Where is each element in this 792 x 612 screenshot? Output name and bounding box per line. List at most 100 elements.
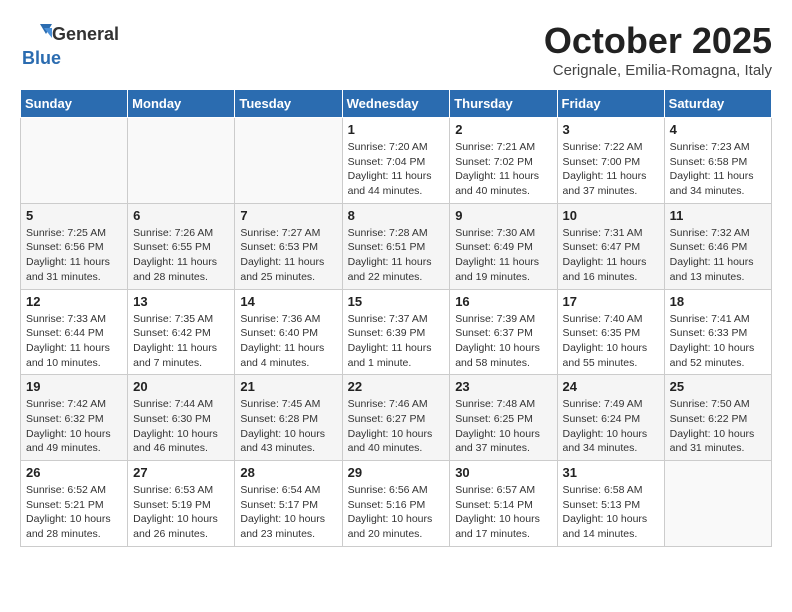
table-row (235, 118, 342, 204)
logo: General Blue (20, 20, 119, 69)
calendar-week-row: 19 Sunrise: 7:42 AMSunset: 6:32 PMDayligh… (21, 375, 772, 461)
day-info: Sunrise: 7:41 AMSunset: 6:33 PMDaylight:… (670, 312, 766, 371)
logo-blue: Blue (22, 48, 61, 69)
day-info: Sunrise: 7:49 AMSunset: 6:24 PMDaylight:… (563, 397, 659, 456)
day-number: 5 (26, 208, 122, 223)
day-number: 27 (133, 465, 229, 480)
day-info: Sunrise: 7:39 AMSunset: 6:37 PMDaylight:… (455, 312, 551, 371)
day-number: 15 (348, 294, 445, 309)
table-row: 11 Sunrise: 7:32 AMSunset: 6:46 PMDayligh… (664, 203, 771, 289)
day-number: 7 (240, 208, 336, 223)
header-saturday: Saturday (664, 90, 771, 118)
table-row: 23 Sunrise: 7:48 AMSunset: 6:25 PMDayligh… (450, 375, 557, 461)
table-row: 19 Sunrise: 7:42 AMSunset: 6:32 PMDayligh… (21, 375, 128, 461)
header-sunday: Sunday (21, 90, 128, 118)
day-info: Sunrise: 7:25 AMSunset: 6:56 PMDaylight:… (26, 226, 122, 285)
day-number: 16 (455, 294, 551, 309)
day-number: 6 (133, 208, 229, 223)
calendar-table: Sunday Monday Tuesday Wednesday Thursday… (20, 89, 772, 547)
table-row: 16 Sunrise: 7:39 AMSunset: 6:37 PMDayligh… (450, 289, 557, 375)
day-info: Sunrise: 7:35 AMSunset: 6:42 PMDaylight:… (133, 312, 229, 371)
table-row: 7Sunrise: 7:27 AMSunset: 6:53 PMDaylight… (235, 203, 342, 289)
day-number: 29 (348, 465, 445, 480)
day-info: Sunrise: 6:57 AMSunset: 5:14 PMDaylight:… (455, 483, 551, 542)
table-row: 20 Sunrise: 7:44 AMSunset: 6:30 PMDayligh… (128, 375, 235, 461)
table-row: 10Sunrise: 7:31 AMSunset: 6:47 PMDayligh… (557, 203, 664, 289)
day-number: 2 (455, 122, 551, 137)
day-info: Sunrise: 7:50 AMSunset: 6:22 PMDaylight:… (670, 397, 766, 456)
table-row: 22 Sunrise: 7:46 AMSunset: 6:27 PMDayligh… (342, 375, 450, 461)
day-info: Sunrise: 7:30 AMSunset: 6:49 PMDaylight:… (455, 226, 551, 285)
table-row: 1Sunrise: 7:20 AMSunset: 7:04 PMDaylight… (342, 118, 450, 204)
calendar-week-row: 12 Sunrise: 7:33 AMSunset: 6:44 PMDayligh… (21, 289, 772, 375)
day-info: Sunrise: 6:52 AMSunset: 5:21 PMDaylight:… (26, 483, 122, 542)
day-info: Sunrise: 7:32 AMSunset: 6:46 PMDaylight:… (670, 226, 766, 285)
day-number: 24 (563, 379, 659, 394)
table-row: 18 Sunrise: 7:41 AMSunset: 6:33 PMDayligh… (664, 289, 771, 375)
day-info: Sunrise: 7:45 AMSunset: 6:28 PMDaylight:… (240, 397, 336, 456)
day-info: Sunrise: 7:28 AMSunset: 6:51 PMDaylight:… (348, 226, 445, 285)
day-info: Sunrise: 7:26 AMSunset: 6:55 PMDaylight:… (133, 226, 229, 285)
day-info: Sunrise: 7:33 AMSunset: 6:44 PMDaylight:… (26, 312, 122, 371)
table-row: 25 Sunrise: 7:50 AMSunset: 6:22 PMDayligh… (664, 375, 771, 461)
day-number: 3 (563, 122, 659, 137)
table-row: 4Sunrise: 7:23 AMSunset: 6:58 PMDaylight… (664, 118, 771, 204)
table-row: 17Sunrise: 7:40 AMSunset: 6:35 PMDayligh… (557, 289, 664, 375)
day-number: 26 (26, 465, 122, 480)
table-row (664, 461, 771, 547)
day-info: Sunrise: 7:48 AMSunset: 6:25 PMDaylight:… (455, 397, 551, 456)
day-info: Sunrise: 6:58 AMSunset: 5:13 PMDaylight:… (563, 483, 659, 542)
day-info: Sunrise: 7:22 AMSunset: 7:00 PMDaylight:… (563, 140, 659, 199)
table-row: 26 Sunrise: 6:52 AMSunset: 5:21 PMDayligh… (21, 461, 128, 547)
day-number: 25 (670, 379, 766, 394)
day-number: 18 (670, 294, 766, 309)
table-row: 14Sunrise: 7:36 AMSunset: 6:40 PMDayligh… (235, 289, 342, 375)
day-number: 9 (455, 208, 551, 223)
day-number: 21 (240, 379, 336, 394)
day-number: 4 (670, 122, 766, 137)
day-number: 13 (133, 294, 229, 309)
day-number: 19 (26, 379, 122, 394)
day-info: Sunrise: 7:21 AMSunset: 7:02 PMDaylight:… (455, 140, 551, 199)
calendar-week-row: 5 Sunrise: 7:25 AMSunset: 6:56 PMDaylight… (21, 203, 772, 289)
table-row: 3 Sunrise: 7:22 AMSunset: 7:00 PMDaylight… (557, 118, 664, 204)
calendar-week-row: 1Sunrise: 7:20 AMSunset: 7:04 PMDaylight… (21, 118, 772, 204)
table-row (128, 118, 235, 204)
logo-icon (20, 20, 52, 48)
day-info: Sunrise: 6:54 AMSunset: 5:17 PMDaylight:… (240, 483, 336, 542)
day-number: 20 (133, 379, 229, 394)
calendar-week-row: 26 Sunrise: 6:52 AMSunset: 5:21 PMDayligh… (21, 461, 772, 547)
table-row: 5 Sunrise: 7:25 AMSunset: 6:56 PMDaylight… (21, 203, 128, 289)
table-row: 30 Sunrise: 6:57 AMSunset: 5:14 PMDayligh… (450, 461, 557, 547)
header-thursday: Thursday (450, 90, 557, 118)
day-number: 12 (26, 294, 122, 309)
header-friday: Friday (557, 90, 664, 118)
table-row: 31Sunrise: 6:58 AMSunset: 5:13 PMDayligh… (557, 461, 664, 547)
month-title: October 2025 (544, 20, 772, 62)
location: Cerignale, Emilia-Romagna, Italy (544, 62, 772, 79)
day-info: Sunrise: 7:44 AMSunset: 6:30 PMDaylight:… (133, 397, 229, 456)
day-number: 30 (455, 465, 551, 480)
day-info: Sunrise: 6:56 AMSunset: 5:16 PMDaylight:… (348, 483, 445, 542)
table-row: 29 Sunrise: 6:56 AMSunset: 5:16 PMDayligh… (342, 461, 450, 547)
day-number: 17 (563, 294, 659, 309)
table-row: 13 Sunrise: 7:35 AMSunset: 6:42 PMDayligh… (128, 289, 235, 375)
day-info: Sunrise: 7:42 AMSunset: 6:32 PMDaylight:… (26, 397, 122, 456)
table-row: 15Sunrise: 7:37 AMSunset: 6:39 PMDayligh… (342, 289, 450, 375)
table-row: 28 Sunrise: 6:54 AMSunset: 5:17 PMDayligh… (235, 461, 342, 547)
day-number: 22 (348, 379, 445, 394)
table-row: 27Sunrise: 6:53 AMSunset: 5:19 PMDayligh… (128, 461, 235, 547)
page-header: General Blue October 2025 Cerignale, Emi… (20, 20, 772, 79)
table-row: 24 Sunrise: 7:49 AMSunset: 6:24 PMDayligh… (557, 375, 664, 461)
weekday-header-row: Sunday Monday Tuesday Wednesday Thursday… (21, 90, 772, 118)
header-monday: Monday (128, 90, 235, 118)
day-number: 11 (670, 208, 766, 223)
table-row: 8 Sunrise: 7:28 AMSunset: 6:51 PMDaylight… (342, 203, 450, 289)
day-number: 1 (348, 122, 445, 137)
logo-general: General (52, 24, 119, 45)
day-info: Sunrise: 7:31 AMSunset: 6:47 PMDaylight:… (563, 226, 659, 285)
day-number: 28 (240, 465, 336, 480)
day-number: 23 (455, 379, 551, 394)
day-info: Sunrise: 7:46 AMSunset: 6:27 PMDaylight:… (348, 397, 445, 456)
day-number: 8 (348, 208, 445, 223)
